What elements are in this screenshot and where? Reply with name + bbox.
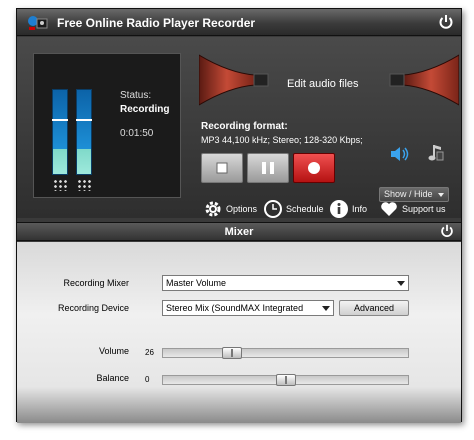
right-level-meter bbox=[76, 89, 92, 175]
left-level-meter bbox=[52, 89, 68, 175]
heart-icon bbox=[381, 202, 397, 216]
mixer-panel: Recording Mixer Master Volume Recording … bbox=[17, 242, 461, 423]
advanced-button[interactable]: Advanced bbox=[339, 300, 409, 316]
mixer-header: Mixer bbox=[17, 222, 461, 241]
recording-device-value: Stereo Mix (SoundMAX Integrated bbox=[166, 303, 304, 313]
recording-mixer-value: Master Volume bbox=[166, 278, 227, 288]
pause-icon bbox=[262, 162, 274, 174]
recording-device-label: Recording Device bbox=[57, 303, 129, 313]
music-note-icon[interactable] bbox=[427, 143, 445, 163]
chevron-down-icon bbox=[397, 281, 405, 286]
volume-label: Volume bbox=[98, 346, 129, 356]
right-channel-dots-icon bbox=[77, 179, 91, 191]
app-window: Free Online Radio Player Recorder Status… bbox=[16, 8, 462, 423]
stop-icon bbox=[216, 162, 228, 174]
recording-format-value: MP3 44,100 kHz; Stereo; 128-320 Kbps; bbox=[201, 135, 363, 145]
volume-value: 26 bbox=[145, 348, 154, 357]
title-bar: Free Online Radio Player Recorder bbox=[17, 9, 461, 36]
stop-button[interactable] bbox=[201, 153, 243, 183]
info-label: Info bbox=[352, 204, 368, 214]
status-value: Recording bbox=[120, 104, 170, 115]
options-button[interactable]: Options bbox=[203, 198, 263, 220]
record-icon bbox=[308, 162, 320, 174]
clock-icon bbox=[264, 200, 282, 218]
app-logo-icon bbox=[28, 16, 48, 30]
gear-icon bbox=[205, 201, 221, 217]
recording-format-label: Recording format: bbox=[201, 121, 288, 132]
balance-slider-thumb[interactable] bbox=[275, 374, 296, 386]
mixer-power-icon[interactable] bbox=[439, 223, 455, 239]
speaker-icon[interactable] bbox=[389, 145, 411, 163]
left-channel-dots-icon bbox=[53, 179, 67, 191]
player-panel: Status: Recording 0:01:50 Edit audio fil… bbox=[17, 37, 461, 218]
recording-device-select[interactable]: Stereo Mix (SoundMAX Integrated bbox=[162, 300, 334, 316]
recording-mixer-select[interactable]: Master Volume bbox=[162, 275, 409, 291]
balance-label: Balance bbox=[96, 373, 129, 383]
recording-mixer-label: Recording Mixer bbox=[63, 278, 129, 288]
mixer-title: Mixer bbox=[224, 226, 254, 238]
power-icon[interactable] bbox=[437, 13, 455, 31]
balance-slider[interactable] bbox=[162, 374, 409, 386]
support-us-label: Support us bbox=[402, 204, 446, 214]
edit-audio-files-link[interactable]: Edit audio files bbox=[287, 78, 359, 90]
volume-slider[interactable] bbox=[162, 347, 409, 359]
balance-value: 0 bbox=[145, 375, 150, 384]
left-horn-icon bbox=[199, 54, 269, 106]
options-label: Options bbox=[226, 204, 258, 214]
window-title: Free Online Radio Player Recorder bbox=[57, 16, 256, 30]
level-meter-panel: Status: Recording 0:01:50 bbox=[33, 53, 181, 198]
volume-slider-thumb[interactable] bbox=[221, 347, 242, 359]
schedule-button[interactable]: Schedule bbox=[263, 198, 327, 220]
chevron-down-icon bbox=[438, 192, 445, 197]
right-horn-icon bbox=[389, 54, 459, 106]
info-icon bbox=[330, 200, 348, 218]
status-label: Status: bbox=[120, 90, 152, 101]
support-us-button[interactable]: Support us bbox=[379, 198, 455, 220]
info-button[interactable]: Info bbox=[329, 198, 373, 220]
record-button[interactable] bbox=[293, 153, 335, 183]
recording-time: 0:01:50 bbox=[120, 128, 154, 139]
schedule-label: Schedule bbox=[286, 204, 324, 214]
pause-button[interactable] bbox=[247, 153, 289, 183]
chevron-down-icon bbox=[322, 306, 330, 311]
